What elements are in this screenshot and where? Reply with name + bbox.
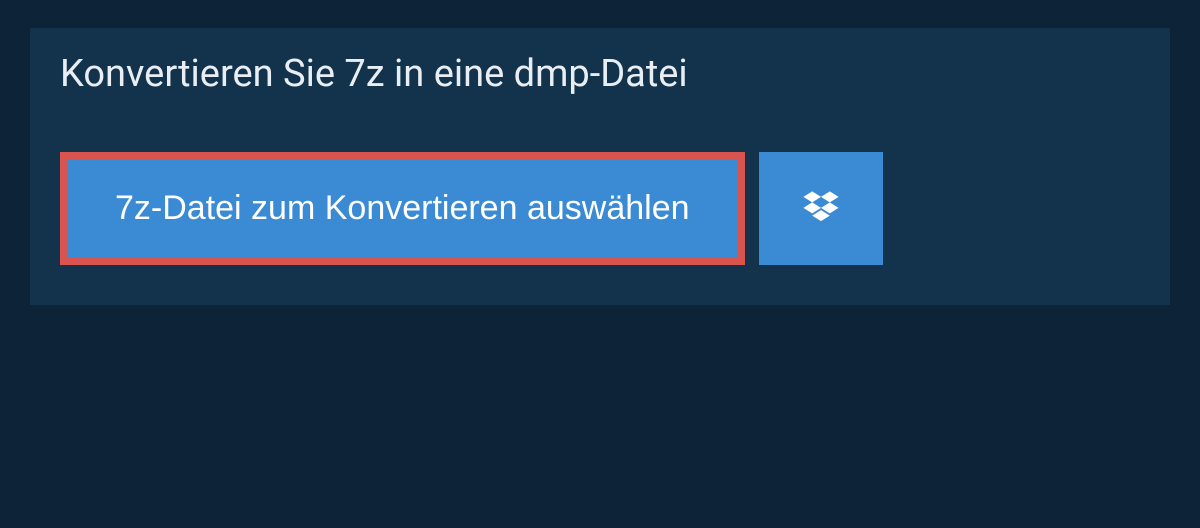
converter-panel: Konvertieren Sie 7z in eine dmp-Datei 7z… [30, 28, 1170, 305]
dropbox-icon [799, 187, 843, 231]
file-select-button[interactable]: 7z-Datei zum Konvertieren auswählen [67, 159, 738, 258]
upload-row: 7z-Datei zum Konvertieren auswählen [30, 152, 1170, 265]
file-select-highlight: 7z-Datei zum Konvertieren auswählen [60, 152, 745, 265]
page-title: Konvertieren Sie 7z in eine dmp-Datei [30, 28, 718, 124]
dropbox-button[interactable] [759, 152, 883, 265]
